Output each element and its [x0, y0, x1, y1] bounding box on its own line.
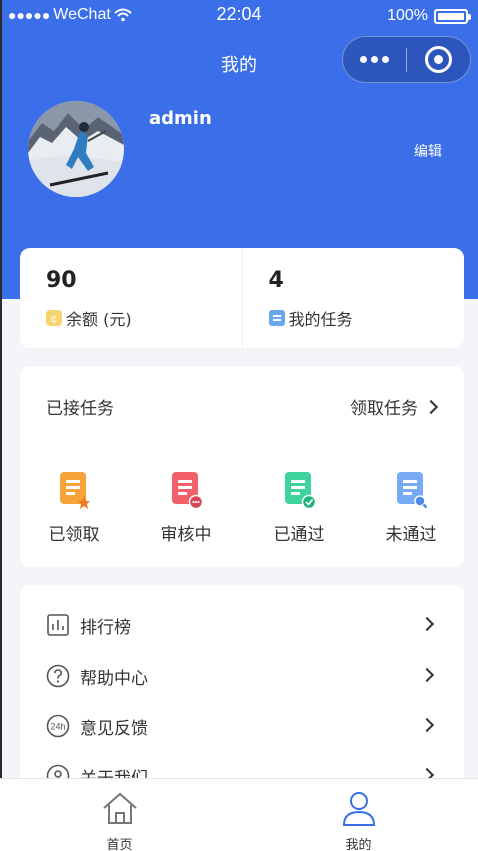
tab-label: 首页	[106, 838, 133, 851]
chevron-right-icon	[419, 717, 435, 733]
task-status-label: 已通过	[273, 525, 325, 545]
edit-profile-button[interactable]: 编辑	[414, 141, 442, 161]
question-icon	[46, 664, 70, 688]
home-icon	[102, 792, 137, 824]
balance-stat[interactable]: 90 ￠ 余额 (元)	[20, 248, 242, 348]
menu-item-feedback[interactable]: 24h 意见反馈	[20, 701, 464, 751]
tab-mine[interactable]: 我的	[239, 779, 478, 851]
close-miniprogram-button[interactable]	[407, 46, 470, 73]
balance-value: 90	[46, 268, 77, 293]
balance-label-row: ￠ 余额 (元)	[46, 306, 132, 330]
avatar-skier-image	[28, 101, 124, 197]
task-status-approved[interactable]: 已通过	[259, 470, 339, 545]
chevron-right-icon	[419, 616, 435, 632]
my-tasks-label-row: 我的任务	[268, 306, 353, 330]
my-tasks-value: 4	[268, 268, 284, 293]
task-status-reviewing[interactable]: 审核中	[146, 470, 226, 545]
battery-icon	[434, 8, 471, 24]
24h-icon: 24h	[46, 714, 70, 738]
username: admin	[149, 108, 212, 129]
task-status-rejected[interactable]: 未通过	[371, 470, 451, 545]
more-dot-icon	[371, 56, 378, 63]
my-tasks-label: 我的任务	[288, 310, 353, 329]
more-dot-icon	[360, 56, 367, 63]
status-bar: ●●●●● WeChat 22:04 100%	[0, 0, 478, 32]
document-check-icon	[285, 472, 317, 510]
chevron-right-icon	[419, 667, 435, 683]
svg-text:24h: 24h	[50, 722, 65, 732]
target-icon	[424, 46, 452, 73]
menu-item-leaderboard[interactable]: 排行榜	[20, 600, 464, 650]
bar-chart-icon	[47, 614, 69, 636]
document-star-icon	[60, 472, 90, 509]
tab-label: 我的	[345, 838, 372, 851]
accepted-tasks-card: 已接任务 领取任务 已领取 审核中 已通过 未通过	[20, 366, 464, 567]
menu-item-label: 排行榜	[80, 618, 131, 638]
task-list-icon	[268, 310, 285, 326]
coin-icon: ￠	[46, 310, 62, 326]
battery-status: 100%	[387, 7, 471, 25]
battery-percent: 100%	[387, 7, 428, 24]
avatar[interactable]	[28, 101, 124, 197]
my-tasks-stat[interactable]: 4 我的任务	[241, 248, 465, 348]
task-status-claimed[interactable]: 已领取	[34, 470, 114, 545]
more-menu-button[interactable]	[343, 56, 406, 63]
task-status-label: 审核中	[160, 525, 212, 545]
more-dot-icon	[382, 56, 389, 63]
document-pending-icon	[172, 472, 204, 510]
menu-item-help-center[interactable]: 帮助中心	[20, 651, 464, 701]
miniprogram-capsule	[342, 36, 471, 83]
menu-item-label: 帮助中心	[80, 669, 148, 689]
window-edge	[0, 0, 2, 780]
task-status-label: 未通过	[385, 525, 437, 545]
task-status-label: 已领取	[48, 525, 100, 545]
stats-card: 90 ￠ 余额 (元) 4 我的任务	[20, 248, 464, 348]
claim-tasks-label: 领取任务	[350, 399, 418, 419]
tab-home[interactable]: 首页	[0, 779, 239, 851]
tab-bar: 首页 我的	[0, 778, 478, 851]
document-search-icon	[397, 472, 428, 509]
chevron-right-icon	[423, 399, 439, 414]
user-icon	[342, 792, 375, 826]
accepted-tasks-title: 已接任务	[46, 399, 114, 419]
balance-label: 余额 (元)	[66, 310, 132, 329]
claim-tasks-link[interactable]: 领取任务	[350, 394, 439, 419]
menu-item-label: 意见反馈	[80, 719, 148, 739]
